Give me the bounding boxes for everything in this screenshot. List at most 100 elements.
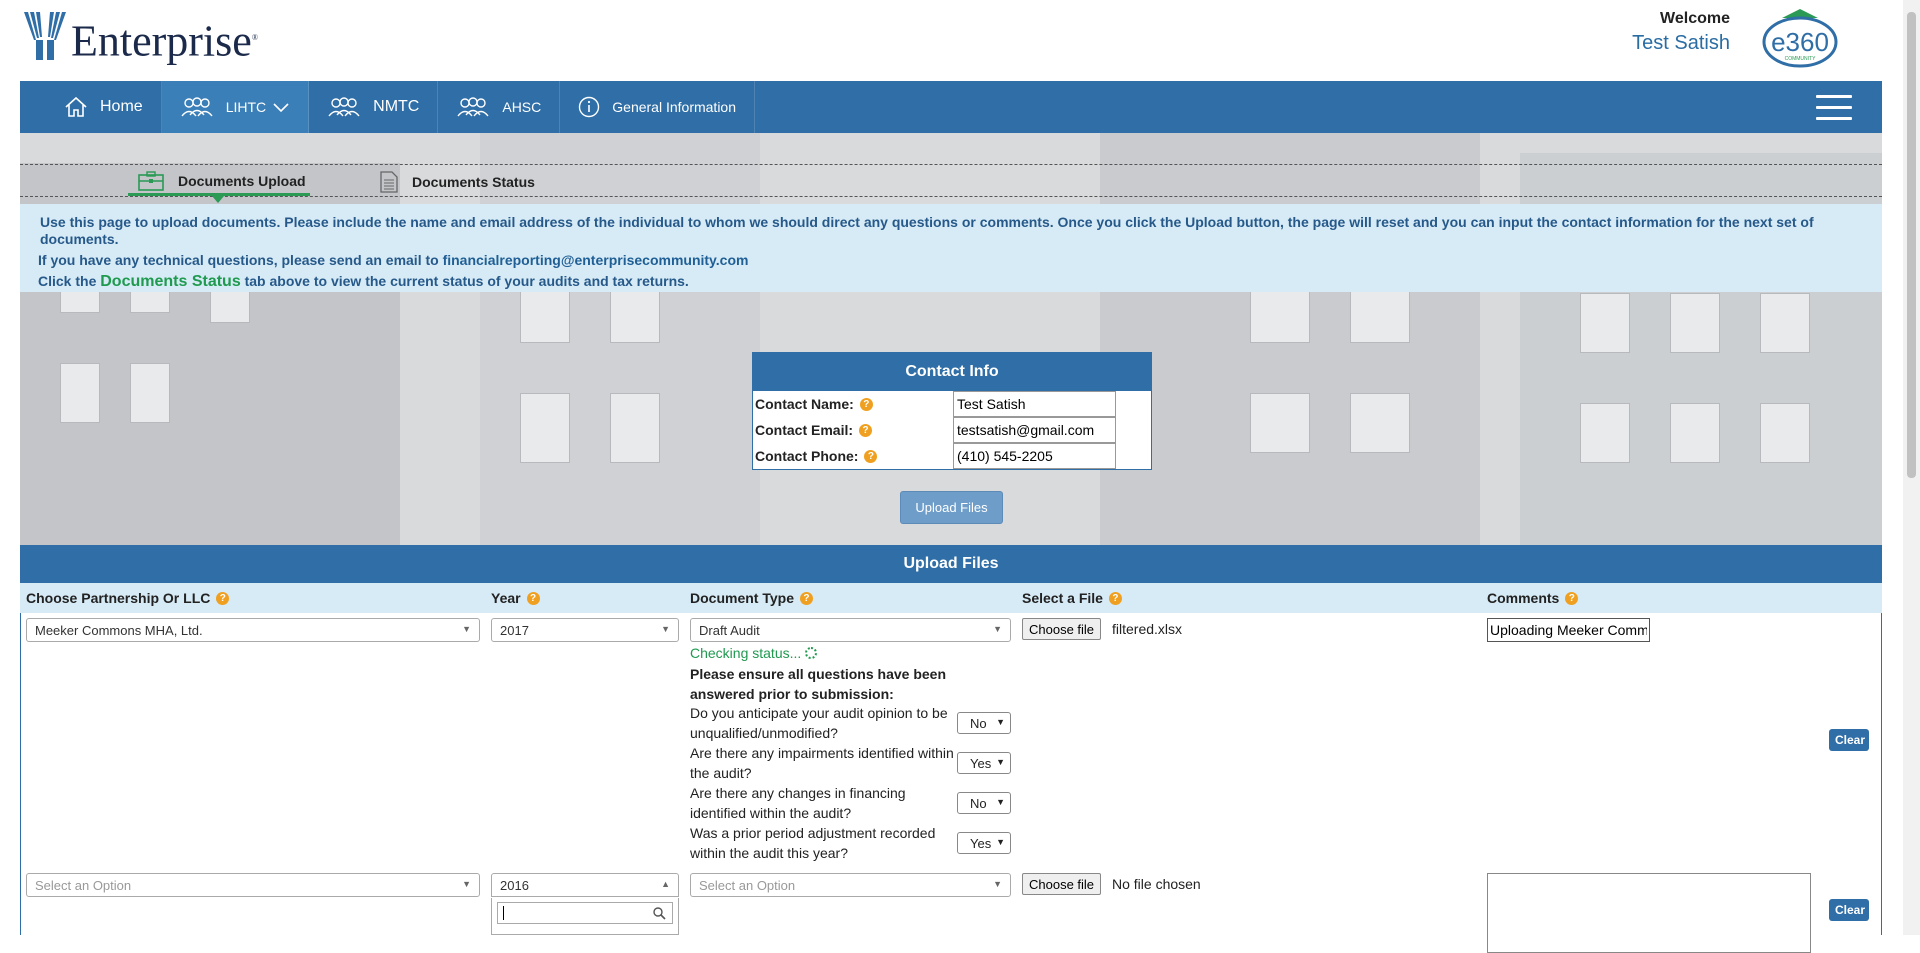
help-icon[interactable]: ? xyxy=(859,423,873,437)
year-select-2[interactable]: 2016 ▲ xyxy=(491,873,679,897)
contact-name-row: Contact Name:? xyxy=(753,391,1151,417)
comment-input[interactable] xyxy=(1487,618,1650,642)
col-select-file: Select a File? xyxy=(1022,590,1122,606)
nav-home[interactable]: Home xyxy=(20,81,162,133)
people-icon xyxy=(181,97,213,117)
col-comments: Comments? xyxy=(1487,590,1579,606)
year-search-input[interactable] xyxy=(497,902,673,924)
help-icon[interactable]: ? xyxy=(216,591,230,605)
col-year: Year? xyxy=(491,590,540,606)
audit-answer-1-select[interactable]: No ▼ xyxy=(957,712,1011,734)
nav-nmtc-label: NMTC xyxy=(373,98,420,115)
clear-row-2-button[interactable]: Clear xyxy=(1829,899,1869,921)
year-dropdown-panel xyxy=(491,898,679,935)
audit-question-1: Do you anticipate your audit opinion to … xyxy=(690,705,948,741)
audit-answer-3-select[interactable]: No ▼ xyxy=(957,792,1011,814)
help-icon[interactable]: ? xyxy=(799,591,813,605)
documents-status-link[interactable]: Documents Status xyxy=(100,273,240,290)
chevron-down-icon xyxy=(273,103,289,113)
welcome-block: Welcome Test Satish xyxy=(1632,10,1730,55)
nav-lihtc-label: LIHTC xyxy=(225,99,267,115)
nav-ahsc[interactable]: AHSC xyxy=(438,81,561,133)
welcome-label: Welcome xyxy=(1660,10,1730,27)
audit-question-3: Are there any changes in financing ident… xyxy=(690,785,906,821)
contact-email-label: Contact Email: xyxy=(755,422,854,438)
nav-home-label: Home xyxy=(100,98,143,115)
nav-general-information[interactable]: General Information xyxy=(560,81,755,133)
e360-subtext: COMMUNITY xyxy=(1785,56,1816,62)
checking-status: Checking status... xyxy=(690,645,818,661)
partnership-select[interactable]: Meeker Commons MHA, Ltd. ▼ xyxy=(26,618,480,642)
search-icon xyxy=(653,907,666,920)
help-icon[interactable]: ? xyxy=(526,591,540,605)
logo-text: Enterprise® xyxy=(71,17,258,66)
help-icon[interactable]: ? xyxy=(1565,591,1579,605)
contact-email-input[interactable] xyxy=(953,417,1116,443)
choose-file-button-2[interactable]: Choose file xyxy=(1022,873,1102,895)
info-line-2: If you have any technical questions, ple… xyxy=(38,252,749,268)
audit-question-4: Was a prior period adjustment recorded w… xyxy=(690,825,936,861)
enterprise-logo-icon xyxy=(24,12,66,60)
people-icon xyxy=(328,97,360,117)
col-partnership: Choose Partnership Or LLC? xyxy=(26,590,230,606)
support-email-link[interactable]: financialreporting@enterprisecommunity.c… xyxy=(443,252,749,268)
contact-phone-row: Contact Phone:? xyxy=(753,443,1151,469)
contact-info-box: Contact Info Contact Name:? Contact Emai… xyxy=(752,352,1152,470)
info-line-3: Click the Documents Status tab above to … xyxy=(38,273,689,290)
year-select[interactable]: 2017 ▼ xyxy=(491,618,679,642)
enterprise-logo[interactable]: Enterprise® xyxy=(22,10,258,66)
scrollbar-thumb[interactable] xyxy=(1907,12,1916,478)
page-scrollbar[interactable] xyxy=(1903,0,1920,935)
comment-textarea-2[interactable] xyxy=(1487,873,1811,953)
clear-row-1-button[interactable]: Clear xyxy=(1829,729,1869,751)
audit-answer-4-select[interactable]: Yes ▼ xyxy=(957,832,1011,854)
people-icon xyxy=(457,97,489,117)
upload-files-title: Upload Files xyxy=(20,545,1882,583)
audit-answer-2-select[interactable]: Yes ▼ xyxy=(957,752,1011,774)
tab-documents-status[interactable]: Documents Status xyxy=(380,168,535,196)
info-icon xyxy=(579,96,600,118)
help-icon[interactable]: ? xyxy=(864,449,878,463)
selected-file-name: filtered.xlsx xyxy=(1112,621,1183,637)
contact-phone-label: Contact Phone: xyxy=(755,448,859,464)
e360-community-badge-icon[interactable]: e360 COMMUNITY xyxy=(1760,8,1840,70)
upload-files-button[interactable]: Upload Files xyxy=(900,491,1003,524)
nav-ahsc-label: AHSC xyxy=(502,99,542,115)
nav-general-information-label: General Information xyxy=(612,99,736,115)
document-icon xyxy=(380,171,398,193)
home-icon xyxy=(65,96,87,117)
contact-name-input[interactable] xyxy=(953,391,1116,417)
col-document-type: Document Type? xyxy=(690,590,813,606)
contact-name-label: Contact Name: xyxy=(755,396,854,412)
hamburger-menu-icon[interactable] xyxy=(1816,95,1852,121)
top-header: Enterprise® Welcome Test Satish e360 COM… xyxy=(0,0,1900,80)
info-line-1: Use this page to upload documents. Pleas… xyxy=(40,214,1814,247)
tabs-divider-bottom xyxy=(20,196,1882,197)
partnership-select-2[interactable]: Select an Option ▼ xyxy=(26,873,480,897)
info-banner: Use this page to upload documents. Pleas… xyxy=(20,204,1882,292)
contact-info-title: Contact Info xyxy=(753,353,1151,391)
contact-email-row: Contact Email:? xyxy=(753,417,1151,443)
active-tab-pointer xyxy=(212,196,224,203)
contact-phone-input[interactable] xyxy=(953,443,1116,469)
ensure-questions-note: Please ensure all questions have been an… xyxy=(690,666,946,702)
e360-text: e360 xyxy=(1771,27,1829,57)
nav-nmtc[interactable]: NMTC xyxy=(309,81,439,133)
tab-documents-status-label: Documents Status xyxy=(412,174,535,190)
help-icon[interactable]: ? xyxy=(859,397,873,411)
tabs-divider-top xyxy=(20,164,1882,165)
loading-spinner-icon xyxy=(805,647,818,659)
user-name[interactable]: Test Satish xyxy=(1632,32,1730,55)
document-type-select[interactable]: Draft Audit ▼ xyxy=(690,618,1011,642)
briefcase-icon xyxy=(138,170,164,191)
no-file-chosen-label: No file chosen xyxy=(1112,876,1201,892)
help-icon[interactable]: ? xyxy=(1108,591,1122,605)
document-type-select-2[interactable]: Select an Option ▼ xyxy=(690,873,1011,897)
audit-question-2: Are there any impairments identified wit… xyxy=(690,745,954,781)
choose-file-button[interactable]: Choose file xyxy=(1022,618,1102,640)
main-nav: Home LIHTC NMTC AHSC General Information xyxy=(20,81,1882,133)
tab-documents-upload[interactable]: Documents Upload xyxy=(128,168,310,196)
upload-columns-header: Choose Partnership Or LLC? Year? Documen… xyxy=(20,583,1882,613)
nav-lihtc[interactable]: LIHTC xyxy=(161,81,310,133)
tab-documents-upload-label: Documents Upload xyxy=(178,172,306,189)
